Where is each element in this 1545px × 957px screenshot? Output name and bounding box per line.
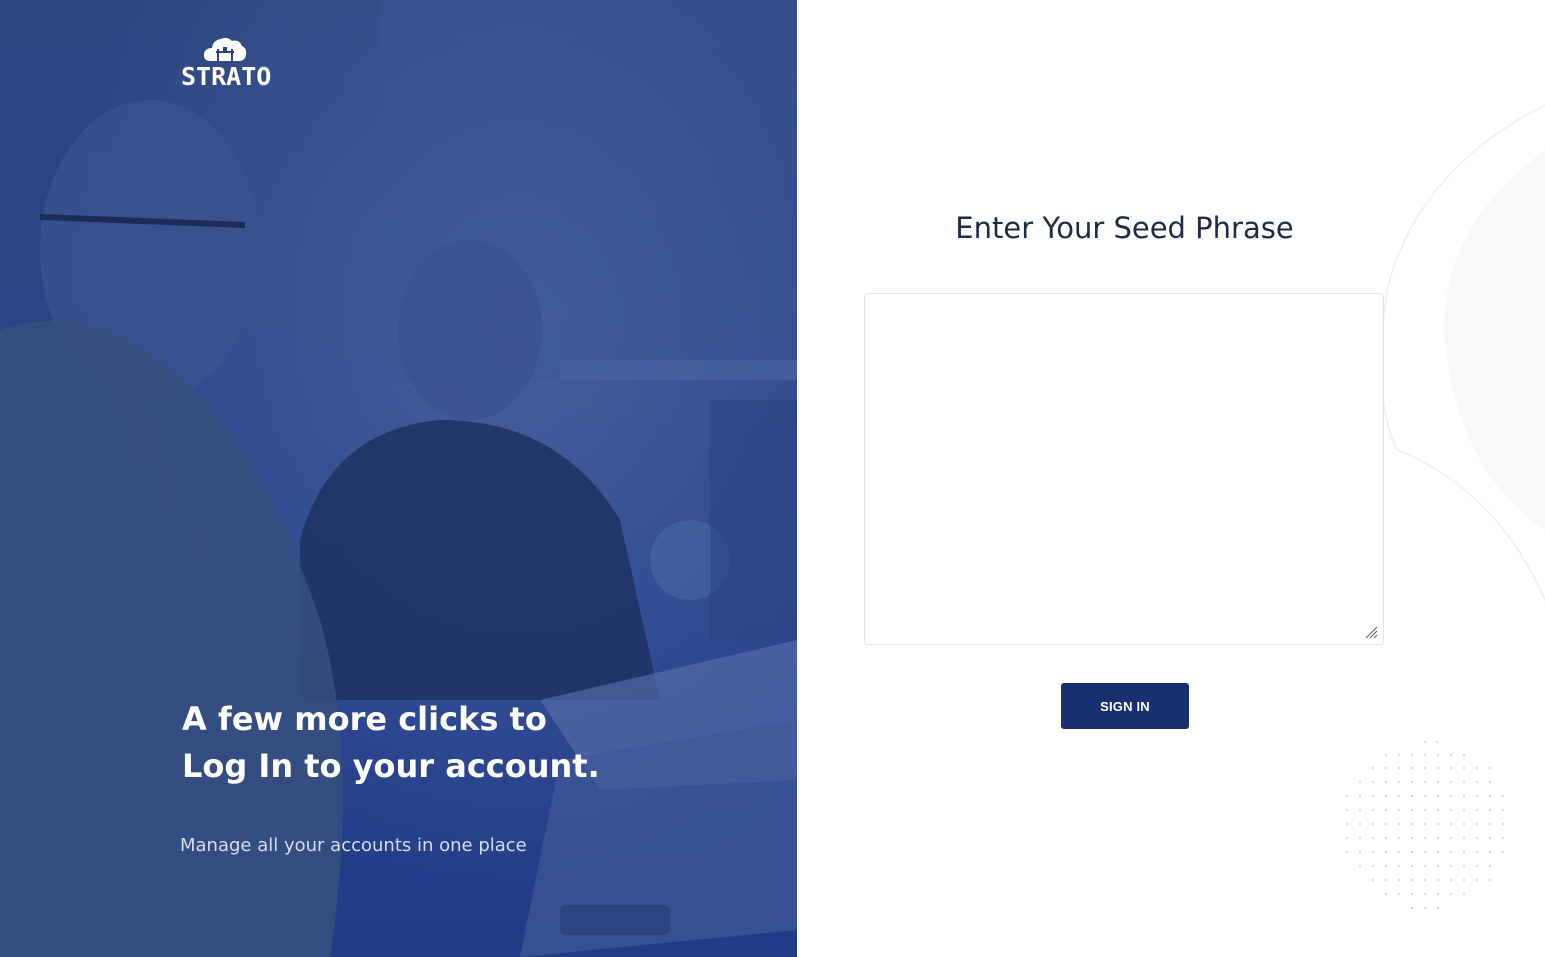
sign-in-button[interactable]: SIGN IN bbox=[1061, 683, 1189, 729]
dot-grid-decoration bbox=[1346, 741, 1504, 909]
resize-handle-icon[interactable] bbox=[1364, 625, 1378, 639]
seed-phrase-input[interactable] bbox=[864, 293, 1384, 645]
hero-headline: A few more clicks to Log In to your acco… bbox=[182, 696, 600, 790]
login-panel: Enter Your Seed Phrase SIGN IN bbox=[797, 0, 1545, 957]
office-photo-background bbox=[0, 0, 797, 957]
logo-wordmark: STRATO bbox=[181, 62, 272, 91]
hero-panel: STRATO A few more clicks to Log In to yo… bbox=[0, 0, 797, 957]
page-title: Enter Your Seed Phrase bbox=[955, 211, 1294, 245]
strato-logo: STRATO bbox=[181, 36, 271, 92]
hero-headline-line2: Log In to your account. bbox=[182, 747, 600, 785]
cloud-building-icon bbox=[203, 37, 247, 61]
hero-tagline: Manage all your accounts in one place bbox=[180, 835, 527, 856]
hero-headline-line1: A few more clicks to bbox=[182, 700, 547, 738]
